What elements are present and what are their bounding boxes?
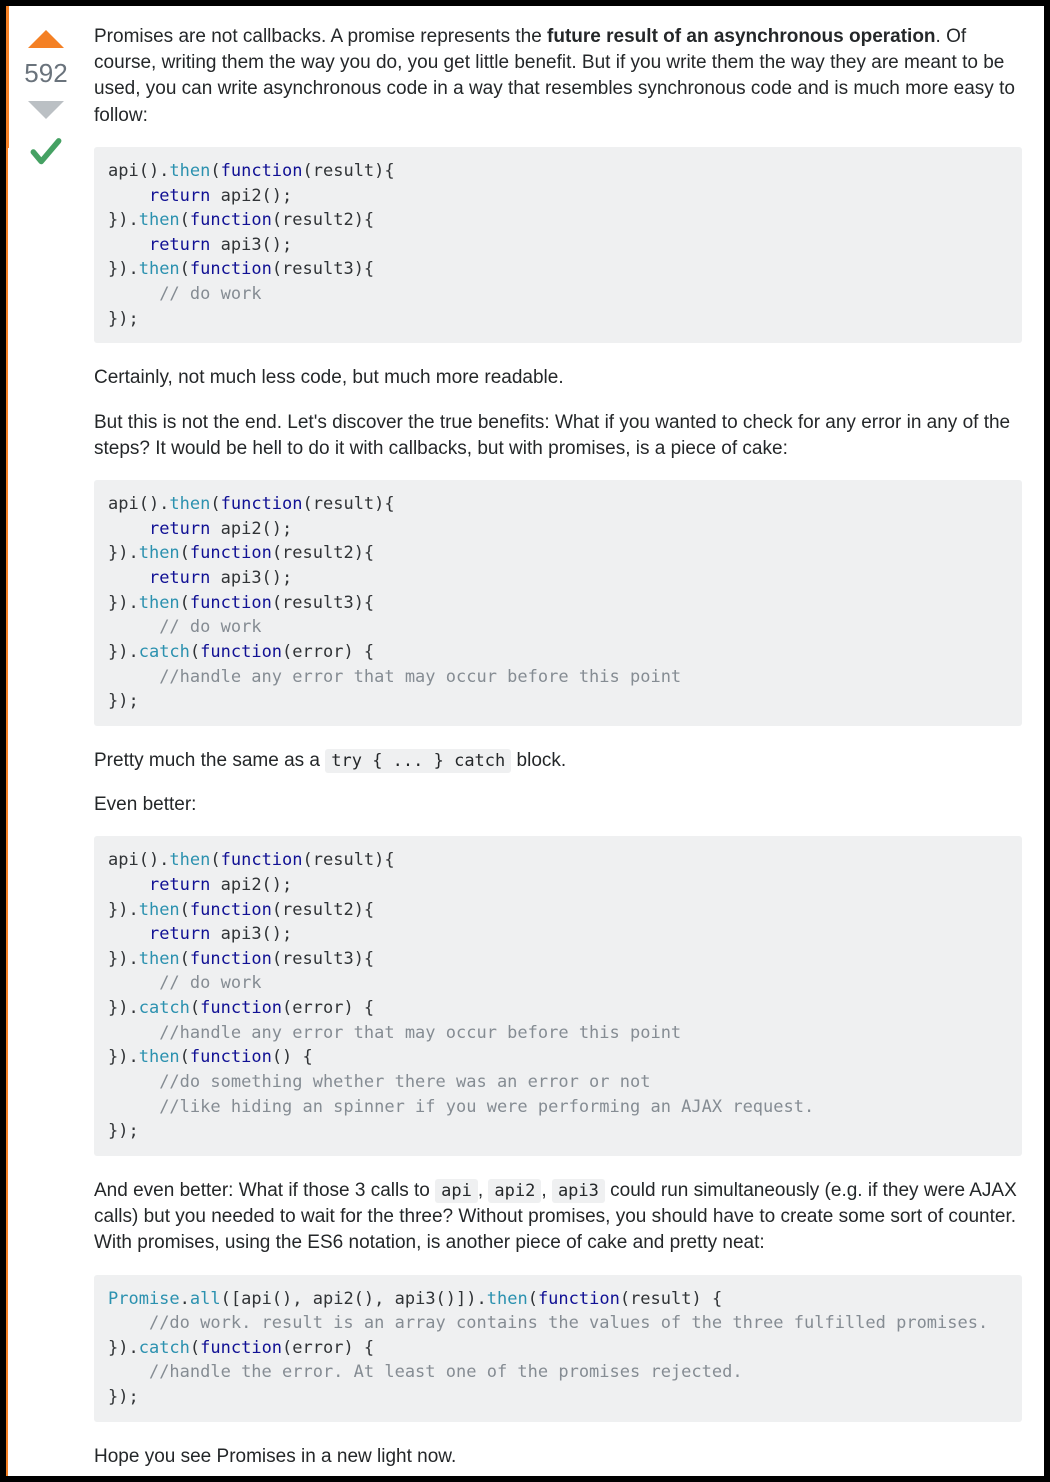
text: Promises are not callbacks. A promise re… <box>94 26 547 47</box>
accepted-check-icon <box>27 133 65 177</box>
paragraph: Hope you see Promises in a new light now… <box>94 1444 1022 1470</box>
downvote-icon[interactable] <box>28 101 64 119</box>
text: block. <box>511 750 566 771</box>
intro-paragraph: Promises are not callbacks. A promise re… <box>94 24 1022 129</box>
paragraph: Even better: <box>94 792 1022 818</box>
text: , <box>541 1180 552 1201</box>
code-block-3[interactable]: api().then(function(result){ return api2… <box>94 836 1022 1156</box>
upvote-icon[interactable] <box>28 30 64 48</box>
paragraph: But this is not the end. Let's discover … <box>94 410 1022 462</box>
text: , <box>478 1180 489 1201</box>
accent-bar <box>6 6 9 148</box>
inline-code: api2 <box>488 1179 541 1203</box>
paragraph: Pretty much the same as a try { ... } ca… <box>94 748 1022 774</box>
inline-code: api <box>435 1179 478 1203</box>
text: And even better: What if those 3 calls t… <box>94 1180 435 1201</box>
code-block-4[interactable]: Promise.all([api(), api2(), api3()]).the… <box>94 1275 1022 1422</box>
vote-count: 592 <box>24 58 67 89</box>
code-block-1[interactable]: api().then(function(result){ return api2… <box>94 147 1022 343</box>
bold-text: future result of an asynchronous operati… <box>547 26 936 47</box>
paragraph: And even better: What if those 3 calls t… <box>94 1178 1022 1257</box>
paragraph: Certainly, not much less code, but much … <box>94 365 1022 391</box>
inline-code: try { ... } catch <box>325 749 511 773</box>
answer-body: Promises are not callbacks. A promise re… <box>76 24 1022 1476</box>
inline-code: api3 <box>552 1179 605 1203</box>
code-block-2[interactable]: api().then(function(result){ return api2… <box>94 480 1022 726</box>
text: Pretty much the same as a <box>94 750 325 771</box>
vote-column: 592 <box>16 24 76 1476</box>
